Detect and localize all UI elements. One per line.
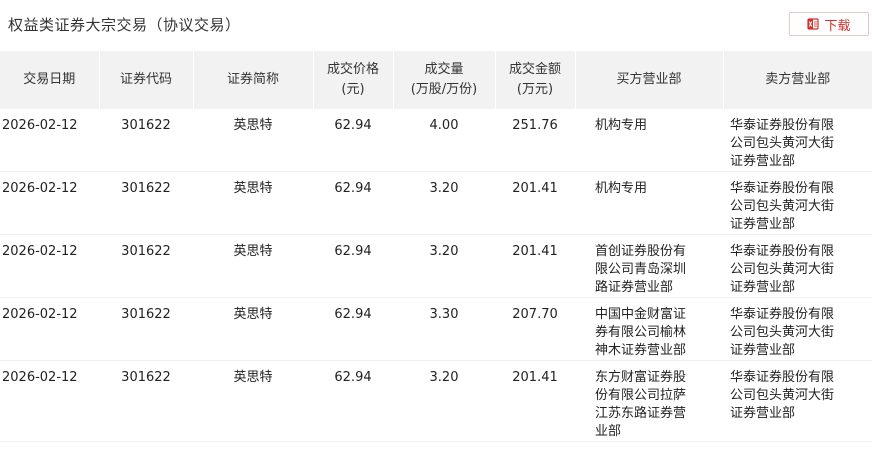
amount-cell: 201.41 [495,360,575,442]
volume-cell: 4.00 [393,109,495,172]
table-row: 2026-02-12 301622 英思特 62.94 3.30 207.70 中国中金财富… [0,297,872,361]
amount-cell: 201.41 [495,234,575,298]
column-header-unit: (元) [341,82,365,97]
table-row: 2026-02-12 301622 英思特 62.94 3.20 201.41 东方财富证券… [0,360,872,442]
table-row: 2026-02-12 301622 英思特 62.94 3.20 201.41 机构专用 华泰… [0,171,872,235]
page-header: 权益类证券大宗交易（协议交易） 下载 [0,0,872,48]
column-header-unit: (万元) [516,82,554,97]
page-title: 权益类证券大宗交易（协议交易） [8,16,241,34]
security-name-cell: 英思特 [193,297,313,361]
volume-cell: 3.20 [393,171,495,235]
column-header: 成交金额 (万元) [495,51,576,109]
buyer-branch-cell: 首创证券股份有限公司青岛深圳路证券营业部 [575,234,723,298]
amount-cell: 201.41 [495,171,575,235]
security-code-cell: 301622 [99,171,193,235]
price-cell: 62.94 [313,297,393,361]
column-header: 证券简称 [193,51,314,109]
block-trade-table: 交易日期 证券代码 证券简称 成交价格 (元) 成交量 (万股/万份) 成交金额 (万元) 买方营… [0,51,872,442]
trade-date-cell: 2026-02-12 [0,360,99,442]
seller-branch-cell: 华泰证券股份有限公司包头黄河大街证券营业部 [723,171,872,235]
buyer-branch-cell: 机构专用 [575,109,723,172]
security-code-cell: 301622 [99,297,193,361]
column-header-label: 成交量 [424,62,464,77]
column-header-unit: (万股/万份) [410,82,478,97]
column-header-label: 卖方营业部 [765,72,831,87]
column-header-label: 买方营业部 [616,72,682,87]
security-code-cell: 301622 [99,360,193,442]
buyer-branch-cell: 东方财富证券股份有限公司拉萨江苏东路证券营业部 [575,360,723,442]
column-header-label: 交易日期 [23,72,76,87]
trade-date-cell: 2026-02-12 [0,234,99,298]
column-header: 交易日期 [0,51,100,109]
column-header: 成交量 (万股/万份) [393,51,496,109]
column-header: 成交价格 (元) [313,51,394,109]
column-header: 买方营业部 [575,51,724,109]
trade-date-cell: 2026-02-12 [0,171,99,235]
price-cell: 62.94 [313,109,393,172]
security-code-cell: 301622 [99,234,193,298]
column-header-label: 成交金额 [508,62,561,77]
table-header-row: 交易日期 证券代码 证券简称 成交价格 (元) 成交量 (万股/万份) 成交金额 (万元) 买方营… [0,51,872,109]
seller-branch-cell: 华泰证券股份有限公司包头黄河大街证券营业部 [723,109,872,172]
buyer-branch-cell: 中国中金财富证券有限公司榆林神木证券营业部 [575,297,723,361]
seller-branch-cell: 华泰证券股份有限公司包头黄河大街证券营业部 [723,360,872,442]
trade-date-cell: 2026-02-12 [0,297,99,361]
price-cell: 62.94 [313,234,393,298]
security-name-cell: 英思特 [193,109,313,172]
seller-branch-cell: 华泰证券股份有限公司包头黄河大街证券营业部 [723,234,872,298]
buyer-branch-cell: 机构专用 [575,171,723,235]
column-header-label: 成交价格 [326,62,379,77]
column-header-label: 证券简称 [226,72,279,87]
security-code-cell: 301622 [99,109,193,172]
security-name-cell: 英思特 [193,360,313,442]
volume-cell: 3.20 [393,360,495,442]
table-row: 2026-02-12 301622 英思特 62.94 3.20 201.41 首创证券股份… [0,234,872,298]
volume-cell: 3.20 [393,234,495,298]
security-name-cell: 英思特 [193,171,313,235]
seller-branch-cell: 华泰证券股份有限公司包头黄河大街证券营业部 [723,297,872,361]
table-row: 2026-02-12 301622 英思特 62.94 4.00 251.76 机构专用 华泰… [0,109,872,172]
amount-cell: 207.70 [495,297,575,361]
amount-cell: 251.76 [495,109,575,172]
price-cell: 62.94 [313,171,393,235]
download-button[interactable]: 下载 [789,12,869,36]
price-cell: 62.94 [313,360,393,442]
excel-download-icon [807,18,820,30]
download-label: 下载 [824,18,851,34]
volume-cell: 3.30 [393,297,495,361]
column-header: 证券代码 [99,51,194,109]
column-header-label: 证券代码 [119,72,172,87]
column-header: 卖方营业部 [723,51,872,109]
trade-date-cell: 2026-02-12 [0,109,99,172]
security-name-cell: 英思特 [193,234,313,298]
